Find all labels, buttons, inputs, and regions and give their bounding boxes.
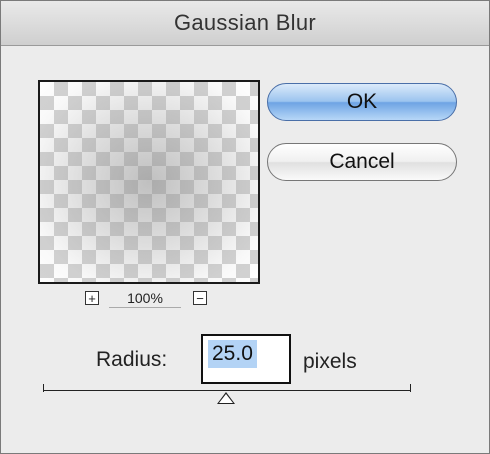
zoom-out-button[interactable]: − (193, 291, 207, 305)
zoom-level: 100% (109, 290, 181, 308)
preview-image (40, 82, 258, 282)
dialog-title: Gaussian Blur (173, 10, 317, 35)
cancel-button-label: Cancel (329, 150, 395, 173)
slider-left-cap (43, 384, 44, 392)
zoom-in-button[interactable]: + (85, 291, 99, 305)
ok-button[interactable]: OK (267, 83, 457, 121)
radius-label: Radius: (96, 348, 168, 371)
plus-icon: + (88, 291, 96, 306)
units-label: pixels (303, 350, 357, 373)
radius-value: 25.0 (208, 340, 257, 368)
ok-button-label: OK (346, 90, 378, 113)
radius-input[interactable]: 25.0 (201, 334, 291, 384)
radius-slider-thumb[interactable] (217, 392, 235, 404)
minus-icon: − (196, 291, 204, 306)
title-bar[interactable]: Gaussian Blur (1, 1, 489, 46)
radius-slider-track[interactable] (43, 390, 411, 391)
blur-preview[interactable] (38, 80, 260, 284)
gaussian-blur-dialog: Gaussian Blur + 100% − OK Cancel Radius:… (0, 0, 490, 454)
cancel-button[interactable]: Cancel (267, 143, 457, 181)
slider-right-cap (410, 384, 411, 392)
